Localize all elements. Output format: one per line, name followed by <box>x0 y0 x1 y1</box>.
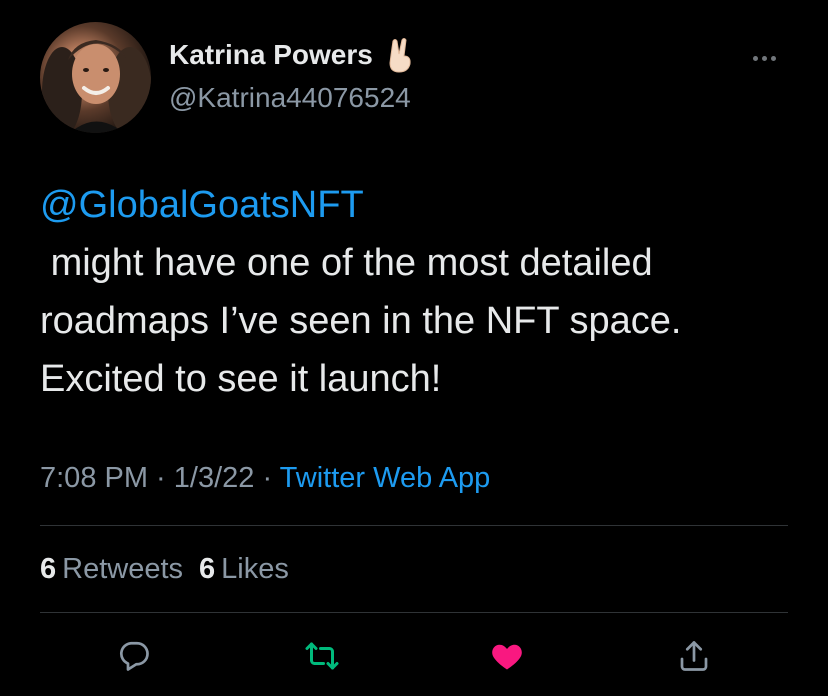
retweet-icon <box>303 638 341 679</box>
reply-icon <box>116 638 152 679</box>
likes-label: Likes <box>221 553 289 585</box>
retweets-label: Retweets <box>62 553 184 585</box>
tweet-meta: 7:08 PM · 1/3/22 · Twitter Web App <box>40 462 490 495</box>
tweet-body: @GlobalGoatsNFT might have one of the mo… <box>40 176 800 408</box>
divider <box>40 612 788 613</box>
author-display-name[interactable]: Katrina Powers <box>169 37 415 73</box>
avatar[interactable] <box>40 22 151 133</box>
reply-button[interactable] <box>114 638 154 678</box>
likes-stat[interactable]: 6 Likes <box>199 553 289 586</box>
retweet-button[interactable] <box>302 638 342 678</box>
retweets-count: 6 <box>40 553 57 585</box>
share-button[interactable] <box>674 638 714 678</box>
mention-link[interactable]: @GlobalGoatsNFT <box>40 176 800 234</box>
divider <box>40 525 788 526</box>
meta-separator: · <box>148 462 174 494</box>
tweet-text: might have one of the most detailed road… <box>40 242 682 400</box>
meta-separator: · <box>254 462 280 494</box>
more-options-icon[interactable] <box>744 48 784 68</box>
heart-icon <box>488 638 526 679</box>
tweet-source-link[interactable]: Twitter Web App <box>280 462 491 494</box>
share-icon <box>676 638 712 679</box>
like-button[interactable] <box>487 638 527 678</box>
author-handle[interactable]: @Katrina44076524 <box>169 82 411 114</box>
action-bar <box>0 638 828 678</box>
likes-count: 6 <box>199 553 216 585</box>
display-name-text: Katrina Powers <box>169 39 373 70</box>
tweet-time[interactable]: 7:08 PM <box>40 462 148 494</box>
retweets-stat[interactable]: 6 Retweets <box>40 553 183 586</box>
tweet-stats: 6 Retweets 6 Likes <box>40 553 289 586</box>
victory-hand-emoji-icon <box>385 37 415 73</box>
tweet-date[interactable]: 1/3/22 <box>174 462 255 494</box>
